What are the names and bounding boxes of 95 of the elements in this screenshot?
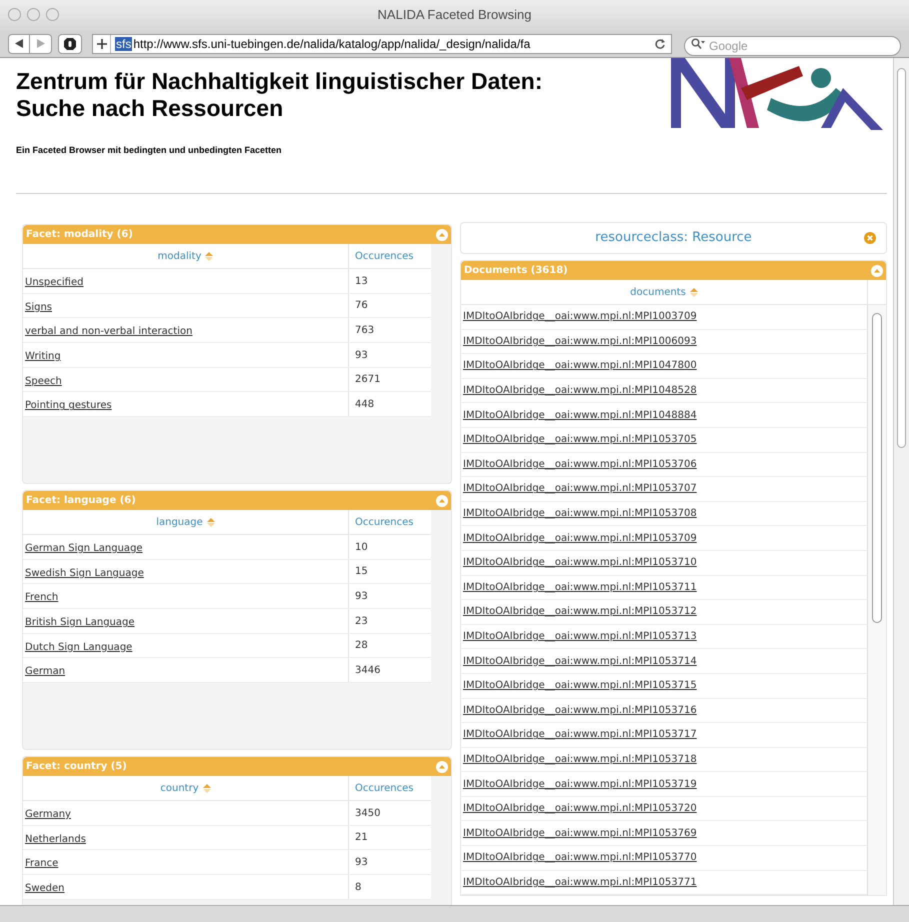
close-icon[interactable] — [8, 8, 21, 21]
count-text: 2671 — [355, 373, 380, 388]
window-title: NALIDA Faceted Browsing — [378, 6, 532, 24]
document-link[interactable]: IMDItoOAIbridge__oai:www.mpi.nl:MPI1053710 — [463, 555, 697, 570]
column-header[interactable]: Occurences — [355, 780, 414, 796]
panel-title: Documents (3618) — [464, 264, 568, 278]
plus-icon[interactable] — [96, 38, 106, 48]
document-link[interactable]: IMDItoOAIbridge__oai:www.mpi.nl:MPI1053707 — [463, 481, 697, 496]
document-link[interactable]: IMDItoOAIbridge__oai:www.mpi.nl:MPI1006093 — [463, 334, 697, 349]
extension-button[interactable] — [58, 34, 82, 54]
sort-icon — [205, 252, 214, 260]
filter-label: resourceclass: Resource — [595, 229, 752, 248]
column-header[interactable]: country — [160, 780, 211, 796]
document-link[interactable]: IMDItoOAIbridge__oai:www.mpi.nl:MPI1053716 — [463, 702, 697, 718]
document-link[interactable]: IMDItoOAIbridge__oai:www.mpi.nl:MPI1053712 — [463, 604, 697, 620]
document-link[interactable]: IMDItoOAIbridge__oai:www.mpi.nl:MPI1053711 — [463, 580, 697, 595]
facet-value-link[interactable]: British Sign Language — [25, 617, 135, 628]
facet-value-link[interactable]: France — [25, 858, 58, 870]
column-header[interactable]: modality — [158, 248, 214, 264]
count-text: 8 — [355, 880, 362, 895]
facet-value-link[interactable]: Netherlands — [25, 834, 86, 845]
panel-title: Facet: modality (6) — [26, 228, 133, 242]
document-link[interactable]: IMDItoOAIbridge__oai:www.mpi.nl:MPI1047800 — [463, 358, 697, 374]
document-link[interactable]: IMDItoOAIbridge__oai:www.mpi.nl:MPI1053714 — [463, 654, 697, 669]
page-heading: Zentrum für Nachhaltigkeit linguistischer Daten: Suche nach Ressourcen — [16, 68, 543, 122]
minimize-icon[interactable] — [27, 8, 40, 21]
zoom-icon[interactable] — [46, 8, 59, 21]
collapse-icon[interactable] — [436, 760, 448, 772]
panel-title: Facet: country (5) — [26, 760, 127, 774]
document-link[interactable]: IMDItoOAIbridge__oai:www.mpi.nl:MPI1053769 — [463, 826, 697, 841]
back-arrow-icon — [15, 39, 23, 48]
sort-icon — [690, 288, 698, 296]
count-text: 13 — [355, 274, 368, 288]
facet-value-link[interactable]: Sweden — [25, 883, 65, 894]
remove-filter-icon[interactable] — [864, 232, 876, 244]
site-icon: sfs — [115, 36, 132, 50]
column-header[interactable]: language — [156, 514, 215, 530]
count-text: 3446 — [355, 664, 380, 678]
document-link[interactable]: IMDItoOAIbridge__oai:www.mpi.nl:MPI1053720 — [463, 801, 697, 816]
count-text: 23 — [355, 614, 368, 629]
count-text: 10 — [355, 540, 368, 554]
document-link[interactable]: IMDItoOAIbridge__oai:www.mpi.nl:MPI1053709 — [463, 530, 697, 546]
document-link[interactable]: IMDItoOAIbridge__oai:www.mpi.nl:MPI1053706 — [463, 456, 697, 472]
facet-value-link[interactable]: Germany — [25, 809, 71, 820]
search-icon — [691, 38, 705, 48]
document-link[interactable]: IMDItoOAIbridge__oai:www.mpi.nl:MPI1053715 — [463, 678, 697, 694]
count-text: 28 — [355, 639, 368, 654]
document-link[interactable]: IMDItoOAIbridge__oai:www.mpi.nl:MPI1053705 — [463, 432, 697, 448]
facet-value-link[interactable]: Writing — [25, 351, 61, 362]
count-text: 93 — [355, 590, 368, 604]
document-link[interactable]: IMDItoOAIbridge__oai:www.mpi.nl:MPI1053717 — [463, 727, 697, 742]
panel-title: Facet: language (6) — [26, 494, 136, 508]
document-link[interactable]: IMDItoOAIbridge__oai:www.mpi.nl:MPI1053770 — [463, 850, 697, 866]
facet-value-link[interactable]: Unspecified — [25, 277, 84, 288]
collapse-icon[interactable] — [436, 228, 448, 240]
facet-value-link[interactable]: Swedish Sign Language — [25, 568, 144, 579]
count-text: 93 — [355, 348, 368, 363]
document-link[interactable]: IMDItoOAIbridge__oai:www.mpi.nl:MPI1053708 — [463, 506, 697, 522]
count-text: 93 — [355, 856, 368, 870]
document-link[interactable]: IMDItoOAIbridge__oai:www.mpi.nl:MPI1003709 — [463, 309, 697, 324]
facet-value-link[interactable]: French — [25, 592, 58, 604]
address-field[interactable]: sfs http://www.sfs.uni-tuebingen.de/nalida/katalog/app/nalida/_design/nalida/fa — [92, 34, 672, 54]
column-header[interactable]: Occurences — [355, 248, 414, 264]
count-text: 76 — [355, 299, 368, 314]
back-button[interactable] — [8, 34, 30, 54]
url-text: http://www.sfs.uni-tuebingen.de/nalida/katalog/app/nalida/_design/nalida/fa — [133, 36, 532, 52]
document-link[interactable]: IMDItoOAIbridge__oai:www.mpi.nl:MPI1053713 — [463, 629, 697, 644]
count-text: 21 — [355, 831, 368, 846]
column-header[interactable]: documents — [630, 284, 698, 300]
facet-value-link[interactable]: Dutch Sign Language — [25, 642, 132, 653]
facet-value-link[interactable]: Signs — [25, 302, 52, 313]
octagon-icon — [63, 36, 77, 50]
sort-icon — [202, 784, 211, 792]
facet-value-link[interactable]: verbal and non-verbal interaction — [25, 326, 192, 338]
column-header[interactable]: Occurences — [355, 514, 414, 530]
facet-value-link[interactable]: Speech — [25, 376, 62, 387]
document-link[interactable]: IMDItoOAIbridge__oai:www.mpi.nl:MPI1053719 — [463, 776, 697, 792]
count-text: 448 — [355, 398, 374, 412]
facet-value-link[interactable]: German — [25, 666, 66, 678]
document-link[interactable]: IMDItoOAIbridge__oai:www.mpi.nl:MPI1053771 — [463, 874, 697, 890]
count-text: 15 — [355, 565, 368, 580]
reload-icon[interactable] — [654, 38, 666, 50]
sort-icon — [206, 518, 215, 526]
document-link[interactable]: IMDItoOAIbridge__oai:www.mpi.nl:MPI1048884 — [463, 408, 697, 423]
facet-value-link[interactable]: Pointing gestures — [25, 400, 112, 412]
forward-arrow-icon — [36, 39, 44, 48]
document-link[interactable]: IMDItoOAIbridge__oai:www.mpi.nl:MPI1048528 — [463, 383, 697, 398]
search-field[interactable]: Google — [684, 36, 901, 56]
count-text: 3450 — [355, 806, 380, 820]
collapse-icon[interactable] — [871, 264, 883, 276]
page-subtitle: Ein Faceted Browser mit bedingten und unbedingten Facetten — [16, 144, 283, 157]
collapse-icon[interactable] — [436, 494, 448, 506]
document-link[interactable]: IMDItoOAIbridge__oai:www.mpi.nl:MPI1053718 — [463, 752, 697, 767]
count-text: 763 — [355, 324, 374, 338]
facet-value-link[interactable]: German Sign Language — [25, 543, 143, 554]
